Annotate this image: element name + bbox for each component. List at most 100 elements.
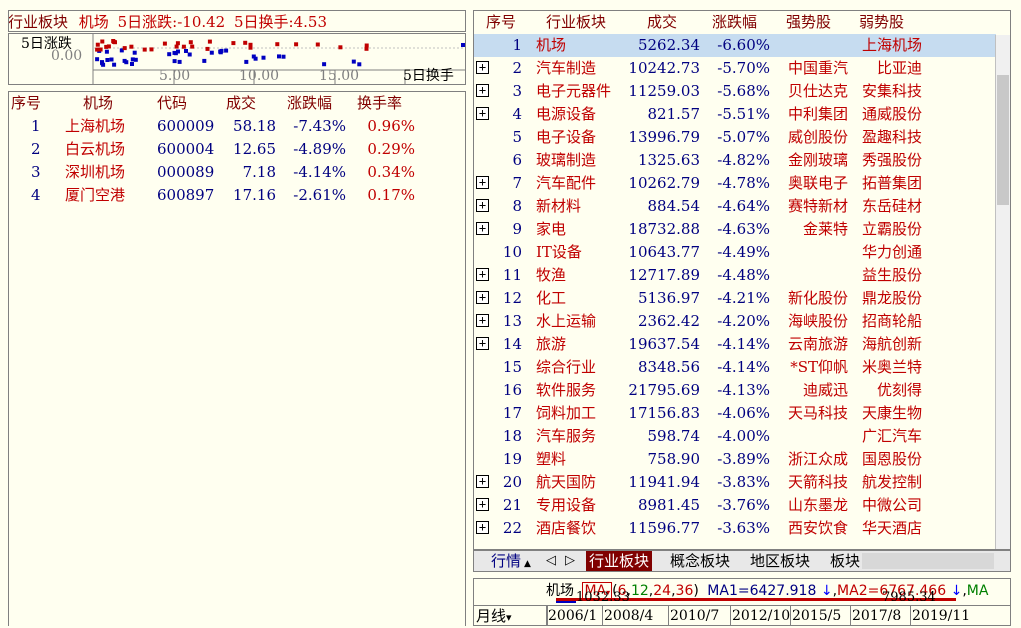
scatter-plot[interactable]: 5日涨跌 0.00 5.00 10.00 15.00 5日换手 bbox=[8, 33, 466, 85]
scatter-point[interactable] bbox=[253, 56, 258, 61]
scatter-point[interactable] bbox=[142, 47, 147, 52]
sector-row[interactable]: 5 电子设备 13996.79 -5.07% 威创股份 盈趣科技 bbox=[474, 126, 996, 149]
tab-scroll-right-icon[interactable]: ▷ bbox=[562, 551, 578, 571]
sector-row[interactable]: +22 酒店餐饮 11596.77 -3.63% 西安饮食 华天酒店 bbox=[474, 517, 996, 540]
sector-row[interactable]: +7 汽车配件 10262.79 -4.78% 奥联电子 拓普集团 bbox=[474, 172, 996, 195]
sector-row[interactable]: +21 专用设备 8981.45 -3.76% 山东墨龙 中微公司 bbox=[474, 494, 996, 517]
scatter-point[interactable] bbox=[187, 52, 192, 57]
scatter-point[interactable] bbox=[175, 41, 180, 46]
expand-icon[interactable]: + bbox=[476, 84, 489, 97]
scatter-point[interactable] bbox=[275, 42, 280, 47]
expand-icon[interactable]: + bbox=[476, 314, 489, 327]
scatter-point[interactable] bbox=[95, 47, 100, 52]
scatter-point[interactable] bbox=[167, 52, 172, 57]
sector-row[interactable]: +11 牧渔 12717.89 -4.48% 益生股份 bbox=[474, 264, 996, 287]
scatter-point[interactable] bbox=[315, 42, 320, 47]
scatter-point[interactable] bbox=[101, 62, 106, 67]
scatter-point[interactable] bbox=[364, 46, 369, 51]
sector-row[interactable]: +14 旅游 19637.54 -4.14% 云南旅游 海航创新 bbox=[474, 333, 996, 356]
sector-row[interactable]: +12 化工 5136.97 -4.21% 新化股份 鼎龙股份 bbox=[474, 287, 996, 310]
expand-icon[interactable]: + bbox=[476, 521, 489, 534]
expand-icon[interactable]: + bbox=[476, 291, 489, 304]
scatter-point[interactable] bbox=[100, 39, 105, 44]
scatter-point[interactable] bbox=[149, 47, 154, 52]
scatter-point[interactable] bbox=[248, 45, 253, 50]
scatter-point[interactable] bbox=[231, 41, 236, 46]
col-header-change[interactable]: 涨跌幅 bbox=[287, 92, 332, 115]
sector-row[interactable]: +4 电源设备 821.57 -5.51% 中利集团 通威股份 bbox=[474, 103, 996, 126]
scatter-point[interactable] bbox=[218, 50, 223, 55]
tab-sector[interactable]: 板块 bbox=[827, 551, 861, 571]
scatter-point[interactable] bbox=[188, 40, 193, 45]
scatter-point[interactable] bbox=[172, 59, 177, 64]
scatter-point[interactable] bbox=[181, 44, 186, 49]
scatter-point[interactable] bbox=[122, 58, 127, 63]
scatter-point[interactable] bbox=[184, 49, 188, 53]
scatter-point[interactable] bbox=[132, 50, 137, 55]
expand-icon[interactable]: + bbox=[476, 475, 489, 488]
tab-industry[interactable]: 行业板块 bbox=[586, 551, 653, 571]
stock-row[interactable]: 3 深圳机场 000089 7.18 -4.14% 0.34% bbox=[9, 161, 465, 184]
quote-tab[interactable]: 行情 ▲ bbox=[488, 551, 534, 571]
sector-row[interactable]: 19 塑料 758.90 -3.89% 浙江众成 国恩股份 bbox=[474, 448, 996, 471]
tab-region[interactable]: 地区板块 bbox=[747, 551, 813, 571]
expand-icon[interactable]: + bbox=[476, 498, 489, 511]
scrollbar-thumb[interactable] bbox=[997, 75, 1009, 205]
scatter-point[interactable] bbox=[357, 62, 362, 67]
sector-row[interactable]: 18 汽车服务 598.74 -4.00% 广汇汽车 bbox=[474, 425, 996, 448]
scatter-point[interactable] bbox=[202, 58, 207, 63]
scatter-point[interactable] bbox=[294, 42, 299, 47]
stock-row[interactable]: 2 白云机场 600004 12.65 -4.89% 0.29% bbox=[9, 138, 465, 161]
col-header-sector[interactable]: 行业板块 bbox=[546, 11, 606, 34]
col-header-change[interactable]: 涨跌幅 bbox=[712, 11, 757, 34]
scatter-point[interactable] bbox=[277, 54, 281, 59]
scatter-point[interactable] bbox=[244, 59, 249, 64]
tab-concept[interactable]: 概念板块 bbox=[667, 551, 733, 571]
expand-icon[interactable]: + bbox=[476, 107, 489, 120]
sector-row[interactable]: 17 饲料加工 17156.83 -4.06% 天马科技 天康生物 bbox=[474, 402, 996, 425]
scatter-point[interactable] bbox=[122, 46, 127, 51]
expand-icon[interactable]: + bbox=[476, 222, 489, 235]
sector-row[interactable]: 15 综合行业 8348.56 -4.14% *ST仰帆 米奥兰特 bbox=[474, 356, 996, 379]
expand-icon[interactable]: + bbox=[476, 176, 489, 189]
scatter-point[interactable] bbox=[98, 47, 103, 52]
expand-icon[interactable]: + bbox=[476, 61, 489, 74]
col-header-volume[interactable]: 成交 bbox=[647, 11, 677, 34]
scatter-point[interactable] bbox=[106, 44, 111, 49]
col-header-code[interactable]: 代码 bbox=[157, 92, 187, 115]
scatter-point[interactable] bbox=[162, 41, 167, 46]
sector-row[interactable]: +20 航天国防 11941.94 -3.83% 天箭科技 航发控制 bbox=[474, 471, 996, 494]
scatter-point[interactable] bbox=[338, 45, 343, 50]
expand-icon[interactable]: + bbox=[476, 337, 489, 350]
scatter-point[interactable] bbox=[111, 39, 116, 43]
scatter-point[interactable] bbox=[243, 40, 248, 45]
scatter-point[interactable] bbox=[351, 59, 356, 64]
tab-scrollbar[interactable] bbox=[862, 553, 994, 569]
scatter-point[interactable] bbox=[209, 50, 214, 55]
scatter-point[interactable] bbox=[176, 49, 180, 54]
scatter-point[interactable] bbox=[461, 43, 465, 47]
mini-chart-panel[interactable]: 机场 MA▾ (6,12,24,36) MA1=6427.918 ↓,MA2=67… bbox=[473, 578, 1011, 626]
period-selector[interactable]: 月线▾ bbox=[473, 606, 548, 626]
col-header-index[interactable]: 序号 bbox=[486, 11, 516, 34]
scatter-point[interactable] bbox=[95, 57, 100, 62]
scatter-point[interactable] bbox=[261, 55, 266, 60]
sector-row[interactable]: 16 软件服务 21795.69 -4.13% 迪威迅 优刻得 bbox=[474, 379, 996, 402]
sector-row[interactable]: 10 IT设备 10643.77 -4.49% 华力创通 bbox=[474, 241, 996, 264]
sector-row[interactable]: 1 机场 5262.34 -6.60% 上海机场 bbox=[474, 34, 996, 57]
scatter-point[interactable] bbox=[104, 49, 109, 54]
scatter-point[interactable] bbox=[130, 57, 135, 62]
scatter-point[interactable] bbox=[172, 50, 177, 55]
scatter-point[interactable] bbox=[130, 62, 134, 66]
scatter-point[interactable] bbox=[177, 59, 182, 64]
scatter-point[interactable] bbox=[105, 58, 110, 62]
scatter-point[interactable] bbox=[95, 42, 100, 47]
sector-row[interactable]: +3 电子元器件 11259.03 -5.68% 贝仕达克 安集科技 bbox=[474, 80, 996, 103]
scatter-point[interactable] bbox=[281, 54, 286, 59]
sector-row[interactable]: +13 水上运输 2362.42 -4.20% 海峡股份 招商轮船 bbox=[474, 310, 996, 333]
sector-table-scrollbar[interactable] bbox=[995, 35, 1010, 549]
sector-row[interactable]: +2 汽车制造 10242.73 -5.70% 中国重汽 比亚迪 bbox=[474, 57, 996, 80]
scatter-point[interactable] bbox=[190, 44, 195, 49]
tab-scroll-left-icon[interactable]: ◁ bbox=[543, 551, 559, 571]
sector-row[interactable]: +9 家电 18732.88 -4.63% 金莱特 立霸股份 bbox=[474, 218, 996, 241]
